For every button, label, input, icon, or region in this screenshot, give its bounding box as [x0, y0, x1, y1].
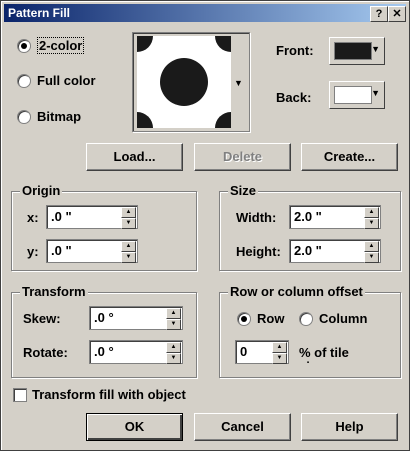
spin-down-icon[interactable]: ▼: [364, 218, 379, 229]
spin-up-icon[interactable]: ▲: [272, 342, 287, 353]
radio-full-color[interactable]: Full color: [17, 73, 96, 88]
spin-buttons[interactable]: ▲ ▼: [272, 342, 287, 364]
spin-buttons[interactable]: ▲ ▼: [364, 207, 379, 229]
radio-column-offset[interactable]: Column: [299, 311, 367, 326]
spin-up-icon[interactable]: ▲: [364, 207, 379, 218]
chevron-down-icon: ▼: [371, 88, 380, 98]
spin-buttons[interactable]: ▲ ▼: [166, 308, 181, 330]
back-color-button[interactable]: ▼: [329, 81, 385, 109]
front-label: Front:: [276, 43, 314, 58]
window-title: Pattern Fill: [8, 6, 71, 20]
pattern-preview-picker[interactable]: ▼: [132, 32, 250, 132]
origin-y-value[interactable]: .0 ": [51, 243, 72, 258]
spin-down-icon[interactable]: ▼: [364, 252, 379, 263]
transform-title: Transform: [20, 284, 88, 299]
spin-up-icon[interactable]: ▲: [166, 342, 181, 353]
skew-spinner[interactable]: .0 ° ▲ ▼: [89, 306, 183, 330]
radio-indicator[interactable]: [17, 73, 31, 88]
radio-full-color-label: Full color: [37, 73, 96, 88]
spin-down-icon[interactable]: ▼: [166, 319, 181, 330]
radio-bitmap[interactable]: Bitmap: [17, 109, 81, 124]
offset-title: Row or column offset: [228, 284, 365, 299]
front-color-button[interactable]: ▼: [329, 37, 385, 65]
size-title: Size: [228, 183, 259, 198]
title-bar: Pattern Fill ? ✕: [4, 4, 406, 22]
pattern-preview-image: [137, 36, 231, 128]
radio-row-label: Row: [257, 311, 285, 326]
spin-buttons[interactable]: ▲ ▼: [166, 342, 181, 364]
spin-up-icon[interactable]: ▲: [121, 241, 136, 252]
close-button[interactable]: ✕: [388, 6, 406, 22]
radio-indicator[interactable]: [299, 311, 313, 326]
skew-label: Skew:: [23, 311, 61, 326]
chevron-down-icon: ▼: [371, 44, 380, 54]
spin-down-icon[interactable]: ▼: [121, 218, 136, 229]
skew-value[interactable]: .0 °: [94, 310, 114, 325]
origin-y-spinner[interactable]: .0 " ▲ ▼: [46, 239, 138, 263]
offset-percent-label-line1: % of tile: [299, 346, 349, 360]
size-height-spinner[interactable]: 2.0 " ▲ ▼: [289, 239, 381, 263]
radio-bitmap-label: Bitmap: [37, 109, 82, 124]
offset-percent-spinner[interactable]: 0 ▲ ▼: [235, 340, 289, 364]
spin-buttons[interactable]: ▲ ▼: [364, 241, 379, 263]
back-label: Back:: [276, 90, 312, 105]
origin-x-spinner[interactable]: .0 " ▲ ▼: [46, 205, 138, 229]
origin-title: Origin: [20, 183, 63, 198]
size-height-label: Height:: [236, 244, 281, 259]
radio-row-offset[interactable]: Row: [237, 311, 284, 326]
load-button[interactable]: Load...: [86, 143, 183, 171]
back-color-swatch: [334, 86, 372, 104]
transform-group: Transform: [11, 284, 197, 378]
spin-down-icon[interactable]: ▼: [272, 353, 287, 364]
offset-percent-label-line2: size: [299, 359, 324, 365]
ok-button[interactable]: OK: [86, 413, 183, 441]
cancel-button[interactable]: Cancel: [194, 413, 291, 441]
size-width-value[interactable]: 2.0 ": [294, 209, 322, 224]
front-color-swatch: [334, 42, 372, 60]
spin-buttons[interactable]: ▲ ▼: [121, 207, 136, 229]
radio-column-label: Column: [319, 311, 368, 326]
offset-percent-value[interactable]: 0: [240, 344, 247, 359]
delete-button[interactable]: Delete: [194, 143, 291, 171]
spin-buttons[interactable]: ▲ ▼: [121, 241, 136, 263]
radio-indicator[interactable]: [17, 109, 31, 124]
transform-fill-checkbox[interactable]: [13, 388, 27, 402]
spin-down-icon[interactable]: ▼: [121, 252, 136, 263]
offset-percent-label: % of tile size: [299, 346, 369, 364]
spin-up-icon[interactable]: ▲: [166, 308, 181, 319]
rotate-label: Rotate:: [23, 345, 68, 360]
radio-2-color[interactable]: 2-color: [17, 37, 85, 54]
spin-down-icon[interactable]: ▼: [166, 353, 181, 364]
help-button[interactable]: Help: [301, 413, 398, 441]
origin-x-label: x:: [27, 210, 39, 225]
rotate-value[interactable]: .0 °: [94, 344, 114, 359]
size-width-spinner[interactable]: 2.0 " ▲ ▼: [289, 205, 381, 229]
size-width-label: Width:: [236, 210, 277, 225]
radio-indicator[interactable]: [17, 38, 31, 53]
create-button[interactable]: Create...: [301, 143, 398, 171]
offset-group: Row or column offset: [219, 284, 401, 378]
size-height-value[interactable]: 2.0 ": [294, 243, 322, 258]
origin-x-value[interactable]: .0 ": [51, 209, 72, 224]
pattern-fill-dialog: Pattern Fill ? ✕ 2-color Full color Bitm…: [0, 0, 410, 451]
help-title-button[interactable]: ?: [370, 6, 388, 22]
spin-up-icon[interactable]: ▲: [364, 241, 379, 252]
origin-y-label: y:: [27, 244, 39, 259]
radio-indicator[interactable]: [237, 311, 251, 326]
radio-2-color-label: 2-color: [37, 37, 85, 54]
spin-up-icon[interactable]: ▲: [121, 207, 136, 218]
rotate-spinner[interactable]: .0 ° ▲ ▼: [89, 340, 183, 364]
chevron-down-icon[interactable]: ▼: [234, 78, 243, 88]
transform-fill-label: Transform fill with object: [32, 387, 186, 402]
